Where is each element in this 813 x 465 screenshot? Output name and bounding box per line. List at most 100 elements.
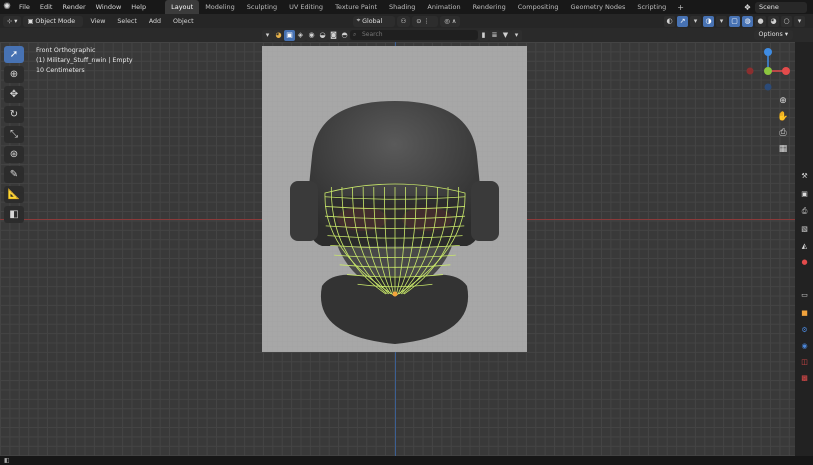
shading-material-icon[interactable]: ◕ bbox=[768, 15, 779, 27]
annotate-tool-icon[interactable]: ✎ bbox=[4, 166, 24, 183]
top-menu-bar: ✺ File Edit Render Window Help Layout Mo… bbox=[0, 0, 813, 14]
select-box-icon[interactable]: ▣ bbox=[284, 29, 295, 41]
tab-animation[interactable]: Animation bbox=[421, 0, 466, 14]
bookmark-icon[interactable]: ▮ bbox=[478, 29, 489, 41]
chevron-down-icon: ▾ bbox=[14, 17, 18, 25]
perspective-grid-icon[interactable]: ▦ bbox=[776, 142, 790, 155]
camera-filter-icon[interactable]: ◙ bbox=[328, 29, 339, 41]
properties-tab-strip: ⚒ ▣ ⎙ ▧ ◭ ● ▭ ■ ⚙ ◉ ◫ ▩ bbox=[795, 42, 813, 456]
measure-tool-icon[interactable]: 📐 bbox=[4, 186, 24, 203]
shading-wireframe-icon[interactable]: ◍ bbox=[742, 15, 753, 27]
tab-modeling[interactable]: Modeling bbox=[199, 0, 241, 14]
snap-chevron-icon: ⋮ bbox=[423, 17, 430, 25]
shading-rendered-icon[interactable]: ○ bbox=[781, 15, 792, 27]
view-name: Front Orthographic bbox=[36, 47, 96, 54]
render-properties-icon[interactable]: ▣ bbox=[799, 188, 810, 199]
physics-properties-icon[interactable]: ◉ bbox=[799, 340, 810, 351]
tab-uv-editing[interactable]: UV Editing bbox=[283, 0, 329, 14]
gizmo-dropdown-icon[interactable]: ▾ bbox=[690, 15, 701, 27]
active-object-label: (1) Military_Stuff_nwin | Empty bbox=[36, 57, 133, 64]
snap-icon: ⊙ bbox=[416, 17, 422, 25]
navigation-tools: ⊕ ✋ ⎙ ▦ bbox=[776, 94, 790, 155]
menu-edit[interactable]: Edit bbox=[35, 0, 58, 14]
object-properties-icon[interactable]: ■ bbox=[799, 307, 810, 318]
filter-icon[interactable]: ▼ bbox=[500, 29, 511, 41]
orientation-icon: ⌖ bbox=[356, 17, 361, 24]
tab-geometry-nodes[interactable]: Geometry Nodes bbox=[565, 0, 632, 14]
modifier-properties-icon[interactable]: ⚙ bbox=[799, 324, 810, 335]
tab-scripting[interactable]: Scripting bbox=[631, 0, 672, 14]
search-input[interactable]: ⌕ Search bbox=[350, 30, 478, 40]
collection-properties-icon[interactable]: ▭ bbox=[799, 289, 810, 300]
menu-view[interactable]: View bbox=[85, 18, 110, 25]
menu-render[interactable]: Render bbox=[57, 0, 90, 14]
filter-dropdown-icon[interactable]: ▾ bbox=[511, 29, 522, 41]
view-layer-properties-icon[interactable]: ▧ bbox=[799, 223, 810, 234]
collapse-icon[interactable]: ▾ bbox=[262, 29, 273, 41]
camera-view-icon[interactable]: ⎙ bbox=[776, 126, 790, 139]
options-dropdown[interactable]: Options ▾ bbox=[753, 30, 793, 40]
proportional-edit-dropdown[interactable]: ◎ ∧ bbox=[440, 15, 461, 27]
add-workspace-button[interactable]: + bbox=[672, 3, 689, 12]
add-cube-tool-icon[interactable]: ◧ bbox=[4, 206, 24, 223]
gizmo-toggle-icon[interactable]: ↗ bbox=[677, 15, 688, 27]
scene-properties-icon[interactable]: ◭ bbox=[799, 240, 810, 251]
mesh-filter-icon[interactable]: ◈ bbox=[295, 29, 306, 41]
pivot-dropdown[interactable]: ⚇ bbox=[396, 15, 411, 27]
tab-layout[interactable]: Layout bbox=[165, 0, 200, 14]
mode-dropdown[interactable]: ▣ Object Mode bbox=[23, 15, 84, 27]
falloff-icon: ∧ bbox=[451, 17, 457, 25]
pan-hand-icon[interactable]: ✋ bbox=[776, 110, 790, 123]
navigation-gizmo[interactable] bbox=[744, 46, 794, 96]
world-properties-icon[interactable]: ● bbox=[799, 256, 810, 267]
texture-properties-icon[interactable]: ▩ bbox=[799, 372, 810, 383]
select-tool-icon[interactable]: ➚ bbox=[4, 46, 24, 63]
menu-file[interactable]: File bbox=[14, 0, 35, 14]
tab-compositing[interactable]: Compositing bbox=[512, 0, 565, 14]
transform-tool-icon[interactable]: ⊛ bbox=[4, 146, 24, 163]
shading-solid-icon[interactable]: ● bbox=[755, 15, 766, 27]
axes-icon: ⊹ bbox=[7, 17, 13, 25]
cursor-tool-icon[interactable]: ⊕ bbox=[4, 66, 24, 83]
move-tool-icon[interactable]: ✥ bbox=[4, 86, 24, 103]
menu-select[interactable]: Select bbox=[112, 18, 141, 25]
empty-filter-icon[interactable]: ◓ bbox=[339, 29, 350, 41]
menu-window[interactable]: Window bbox=[91, 0, 127, 14]
menu-object[interactable]: Object bbox=[168, 18, 199, 25]
rotate-tool-icon[interactable]: ↻ bbox=[4, 106, 24, 123]
scene-icon[interactable]: ❖ bbox=[744, 3, 751, 12]
shading-dropdown-icon[interactable]: ▾ bbox=[794, 15, 805, 27]
proportional-icon: ◎ bbox=[444, 17, 450, 25]
tool-shelf: ➚ ⊕ ✥ ↻ ⤡ ⊛ ✎ 📐 ◧ bbox=[4, 46, 26, 223]
viewport-subheader: ▾ ◕ ▣ ◈ ◉ ◒ ◙ ◓ ⌕ Search ▮ ≣ ▼ ▾ bbox=[0, 28, 813, 42]
xray-toggle-icon[interactable]: ▢ bbox=[729, 15, 740, 27]
scale-tool-icon[interactable]: ⤡ bbox=[4, 126, 24, 143]
scene-selector[interactable]: Scene bbox=[755, 1, 807, 13]
color-wheel-icon[interactable]: ◕ bbox=[273, 29, 284, 41]
output-properties-icon[interactable]: ⎙ bbox=[799, 206, 810, 217]
tab-sculpting[interactable]: Sculpting bbox=[241, 0, 283, 14]
constraint-properties-icon[interactable]: ◫ bbox=[799, 356, 810, 367]
sort-icon[interactable]: ≣ bbox=[489, 29, 500, 41]
pivot-icon: ⚇ bbox=[400, 17, 407, 25]
tab-texture-paint[interactable]: Texture Paint bbox=[329, 0, 383, 14]
overlays-dropdown-icon[interactable]: ▾ bbox=[716, 15, 727, 27]
transform-orientation-dropdown[interactable]: ⌖ Global bbox=[352, 15, 395, 27]
editor-type-dropdown[interactable]: ⊹ ▾ bbox=[3, 15, 22, 27]
menu-help[interactable]: Help bbox=[126, 0, 151, 14]
tool-properties-icon[interactable]: ⚒ bbox=[799, 170, 810, 181]
curve-filter-icon[interactable]: ◉ bbox=[306, 29, 317, 41]
overlays-toggle-icon[interactable]: ◑ bbox=[703, 15, 714, 27]
search-placeholder: Search bbox=[362, 31, 383, 38]
visibility-icon[interactable]: ◐ bbox=[664, 15, 675, 27]
menu-add[interactable]: Add bbox=[144, 18, 166, 25]
blender-logo-icon[interactable]: ✺ bbox=[0, 0, 14, 14]
zoom-icon[interactable]: ⊕ bbox=[776, 94, 790, 107]
options-label: Options bbox=[758, 31, 783, 38]
tab-shading[interactable]: Shading bbox=[383, 0, 421, 14]
light-filter-icon[interactable]: ◒ bbox=[317, 29, 328, 41]
reference-image[interactable] bbox=[262, 46, 527, 352]
snap-dropdown[interactable]: ⊙ ⋮ bbox=[412, 15, 439, 27]
tab-rendering[interactable]: Rendering bbox=[467, 0, 512, 14]
object-origin-marker bbox=[392, 291, 398, 297]
